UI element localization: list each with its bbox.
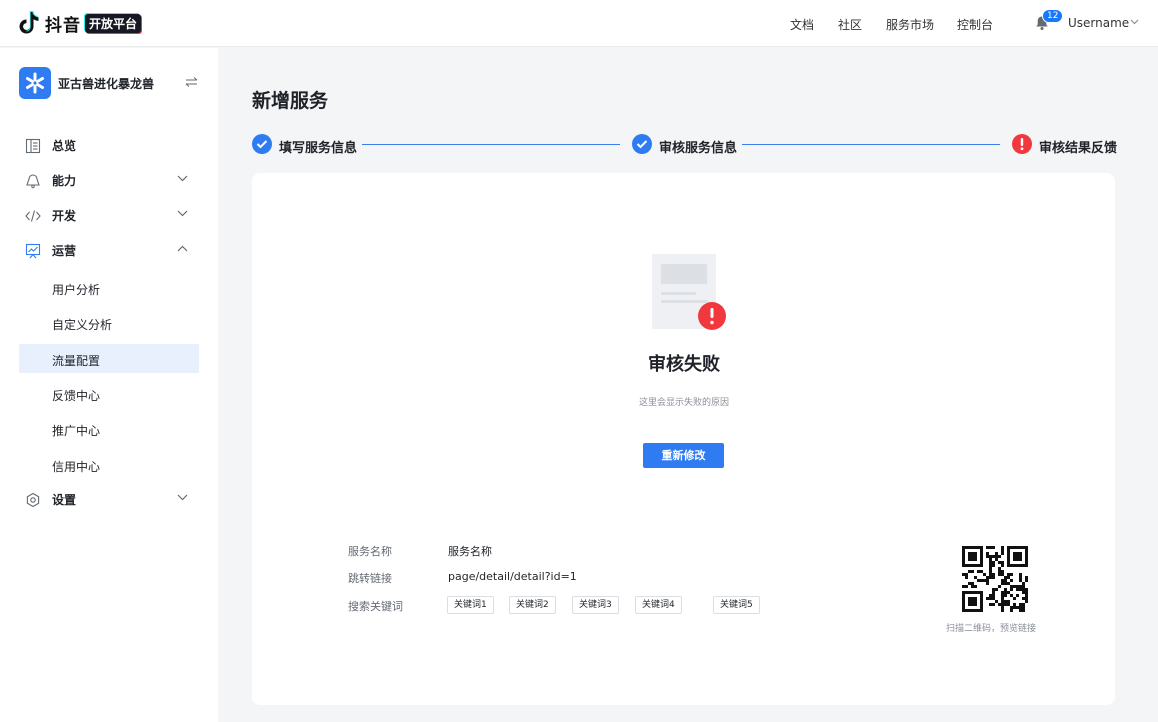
app-icon	[19, 67, 51, 99]
step-review-info: 审核服务信息	[659, 141, 738, 156]
sidebar-subitem-custom-analysis[interactable]: 自定义分析	[19, 308, 199, 337]
chevron-down-icon[interactable]	[1130, 19, 1139, 25]
keyword-tag: 关键词4	[635, 596, 682, 614]
sidebar-item-capability[interactable]: 能力	[19, 166, 199, 195]
notification-badge: 12	[1042, 9, 1064, 23]
qr-caption: 扫描二维码，预览链接	[946, 624, 1037, 634]
sidebar-item-overview[interactable]: 总览	[19, 131, 199, 160]
qr-code-icon[interactable]	[962, 546, 1028, 612]
chevron-down-icon	[177, 494, 188, 501]
sidebar-item-settings[interactable]: 设置	[19, 485, 199, 514]
chevron-down-icon	[177, 175, 188, 182]
nav-community[interactable]: 社区	[838, 16, 862, 33]
app-name: 亚古兽进化暴龙兽	[58, 77, 155, 91]
service-name-value: 服务名称	[448, 545, 492, 558]
step-connector	[742, 144, 1000, 145]
username[interactable]: Username	[1068, 16, 1129, 30]
sidebar-item-label: 设置	[52, 493, 77, 507]
nav-console[interactable]: 控制台	[957, 16, 993, 33]
sidebar-subitem-label: 自定义分析	[52, 318, 113, 332]
sidebar-item-label: 能力	[52, 174, 77, 188]
sidebar-subitem-promotion-center[interactable]: 推广中心	[19, 414, 199, 443]
step-review-result: 审核结果反馈	[1039, 141, 1118, 156]
sidebar-subitem-user-analysis[interactable]: 用户分析	[19, 273, 199, 302]
swap-icon[interactable]	[185, 77, 198, 87]
step-fill-info: 填写服务信息	[279, 141, 358, 156]
step-connector	[362, 144, 620, 145]
sidebar-subitem-label: 推广中心	[52, 424, 101, 438]
search-keywords-label: 搜索关键词	[348, 600, 403, 613]
code-icon	[25, 210, 41, 222]
keyword-tag: 关键词5	[713, 596, 760, 614]
sidebar-subitem-label: 用户分析	[52, 283, 101, 297]
jump-link-label: 跳转链接	[348, 572, 392, 585]
check-circle-icon	[632, 134, 652, 154]
settings-icon	[26, 492, 40, 508]
sidebar-subitem-credit-center[interactable]: 信用中心	[19, 450, 199, 479]
keyword-tag: 关键词3	[572, 596, 619, 614]
sidebar-item-operations[interactable]: 运营	[19, 236, 199, 265]
jump-link-value: page/detail/detail?id=1	[448, 570, 577, 583]
capability-icon	[26, 174, 40, 189]
top-bar: 抖音 开放平台 文档 社区 服务市场 控制台 12 Username	[0, 0, 1158, 47]
nav-docs[interactable]: 文档	[790, 16, 814, 33]
dashboard-icon	[25, 138, 41, 154]
sidebar-item-develop[interactable]: 开发	[19, 201, 199, 230]
chevron-down-icon	[177, 210, 188, 217]
douyin-logo-icon	[19, 11, 39, 34]
chart-icon	[25, 243, 41, 259]
retry-edit-button[interactable]: 重新修改	[643, 443, 724, 468]
sidebar-item-label: 总览	[52, 139, 77, 153]
page-title: 新增服务	[252, 90, 329, 112]
chevron-up-icon	[177, 245, 188, 252]
logo[interactable]: 抖音 开放平台	[18, 9, 142, 37]
keyword-tag: 关键词1	[447, 596, 494, 614]
snowflake-icon	[26, 72, 44, 94]
result-title: 审核失败	[648, 354, 720, 375]
sidebar-subitem-label: 信用中心	[52, 460, 101, 474]
failed-document-icon	[652, 254, 726, 330]
sidebar-item-label: 开发	[52, 209, 77, 223]
sidebar: 亚古兽进化暴龙兽 总览 能力 开发 运营 用户分析 自定义分析 流量配置 反馈中…	[0, 48, 218, 722]
keyword-tag: 关键词2	[509, 596, 556, 614]
result-reason: 这里会显示失败的原因	[638, 398, 729, 408]
nav-market[interactable]: 服务市场	[886, 16, 934, 33]
error-circle-icon	[1012, 134, 1032, 154]
service-name-label: 服务名称	[348, 545, 392, 558]
check-circle-icon	[252, 134, 272, 154]
sidebar-item-label: 运营	[52, 244, 77, 258]
brand-name: 抖音	[45, 15, 81, 36]
platform-badge: 开放平台	[85, 13, 142, 33]
